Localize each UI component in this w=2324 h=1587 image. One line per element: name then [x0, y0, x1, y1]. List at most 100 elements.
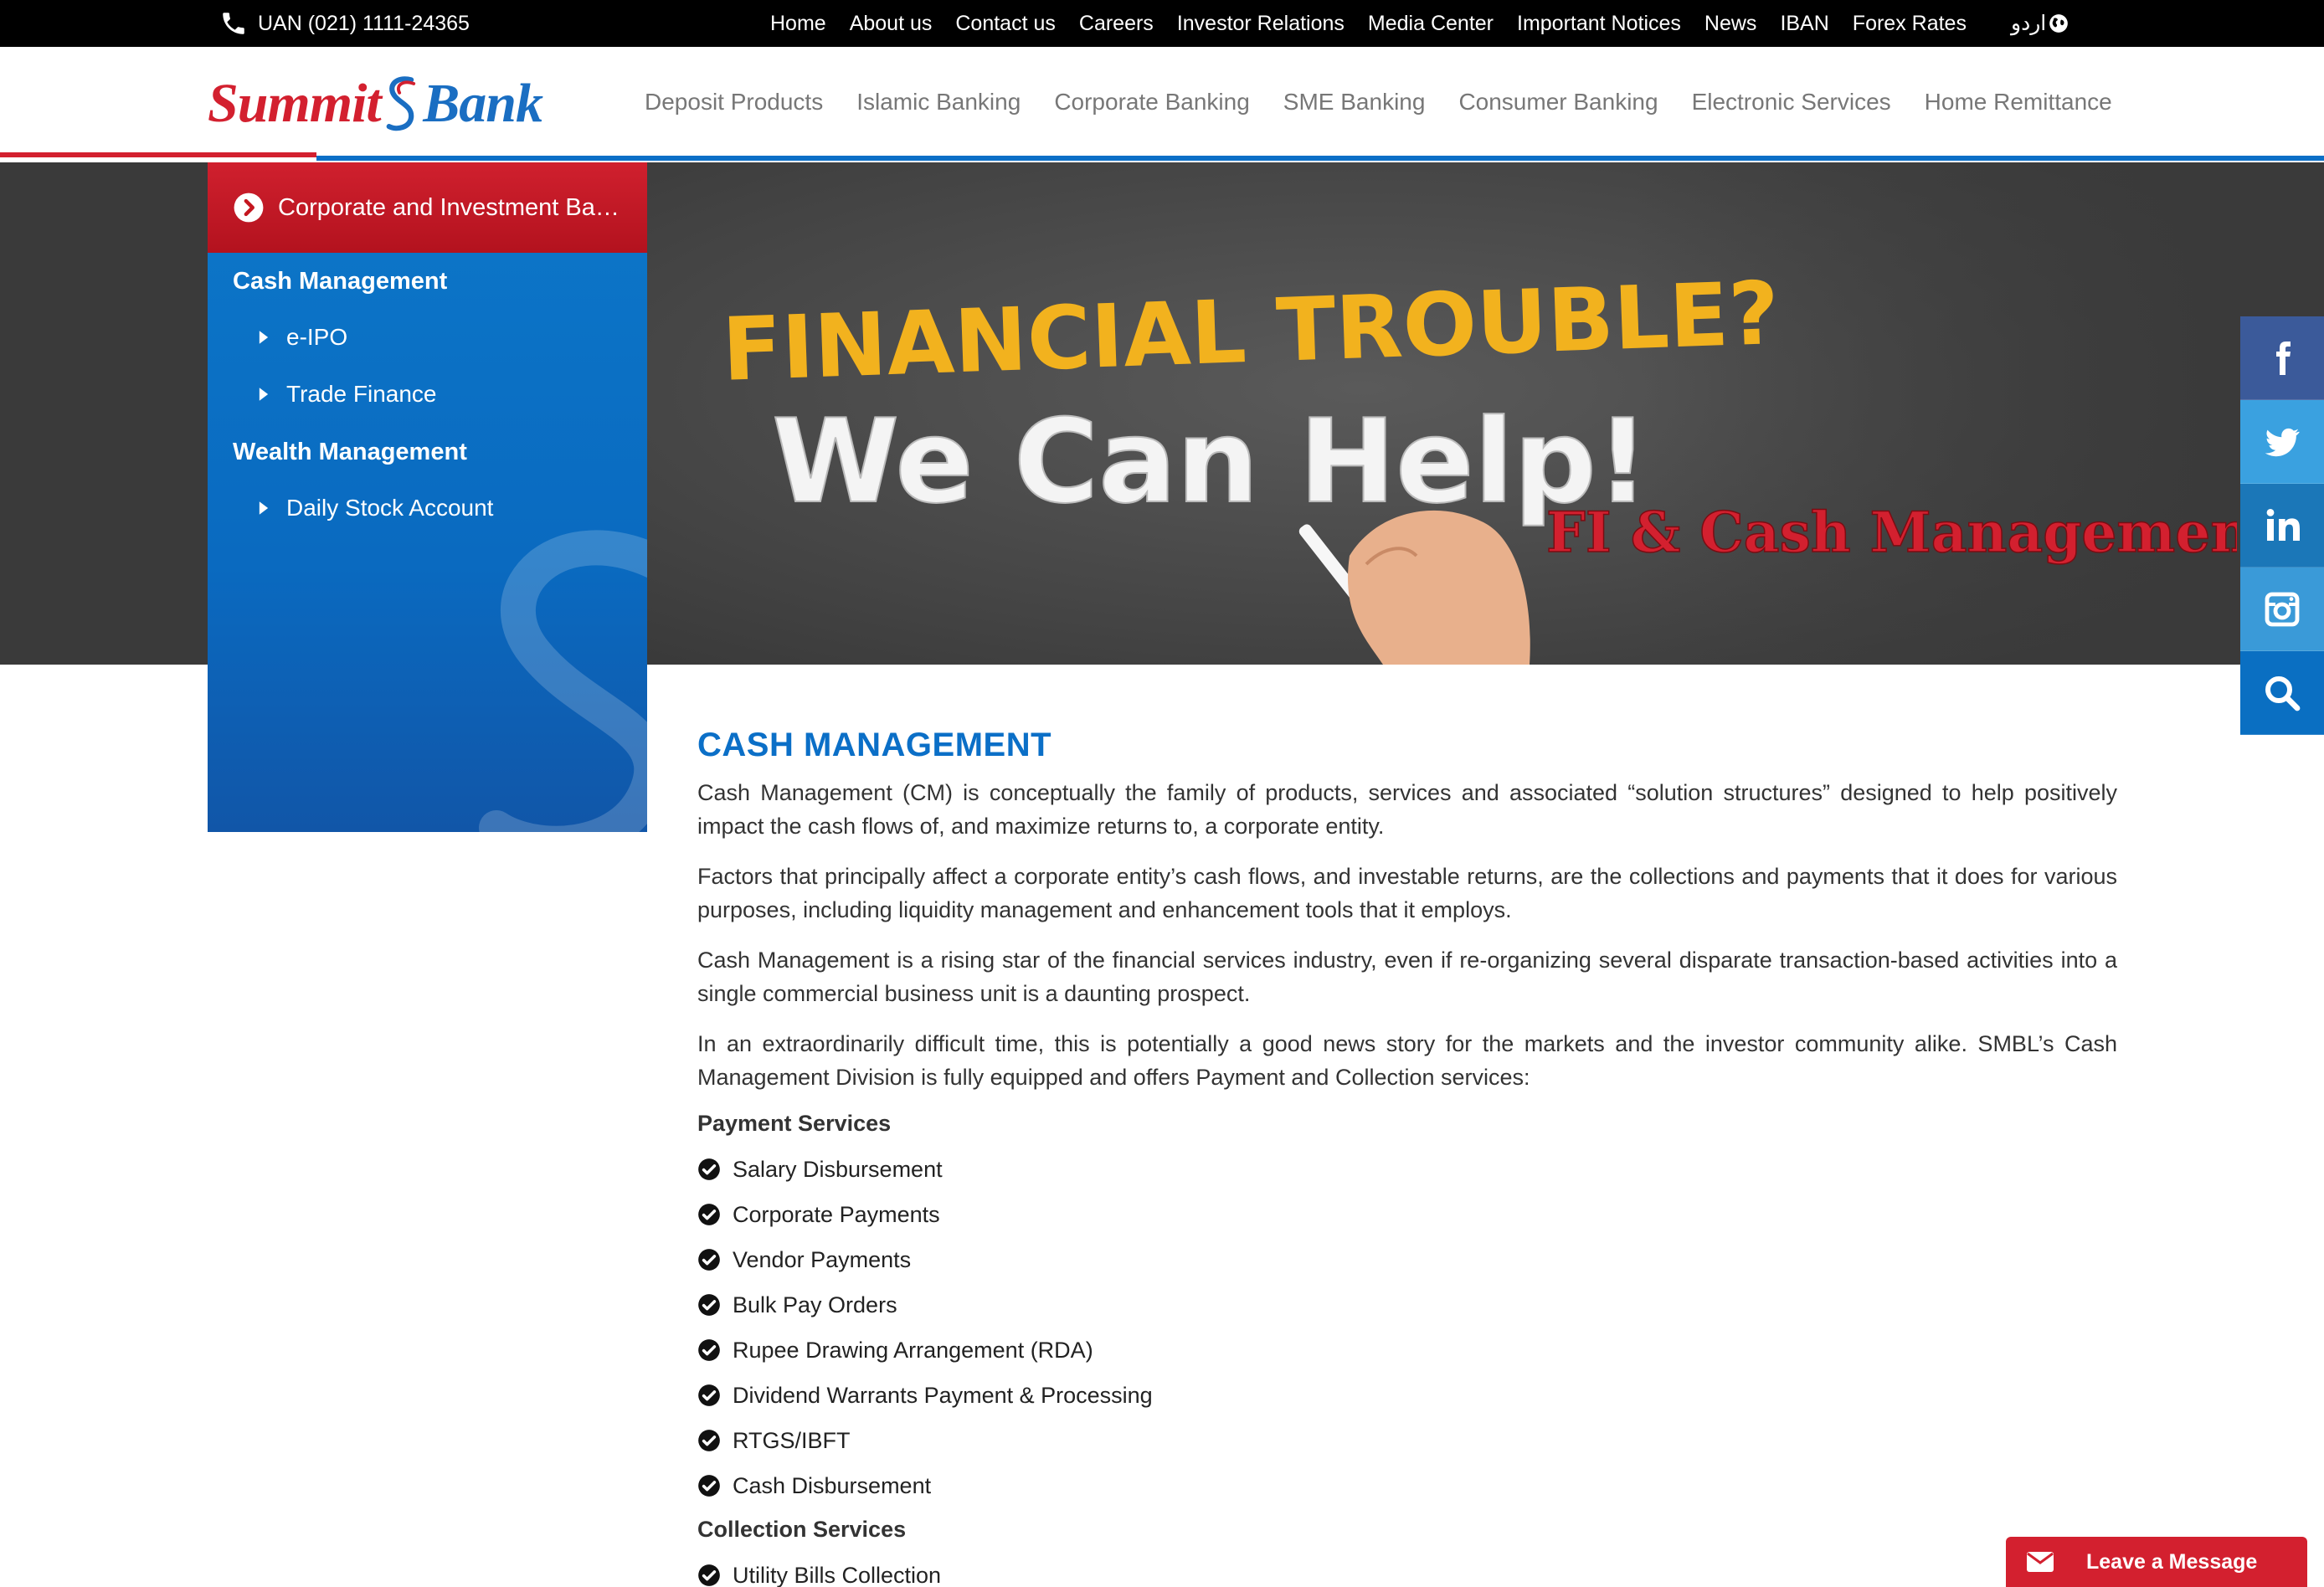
list-item: Dividend Warrants Payment & Processing: [697, 1373, 2117, 1418]
logo-text-summit: Summit: [208, 73, 382, 134]
list-item: Vendor Payments: [697, 1237, 2117, 1282]
top-link-iban[interactable]: IBAN: [1780, 12, 1828, 36]
main-content: CASH MANAGEMENT Cash Management (CM) is …: [697, 727, 2117, 1587]
facebook-button[interactable]: [2240, 316, 2324, 400]
collection-services-heading: Collection Services: [697, 1517, 907, 1542]
header-accent-red: [0, 152, 316, 157]
language-label: اردو: [2011, 12, 2047, 35]
linkedin-button[interactable]: [2240, 484, 2324, 568]
side-section-cash-management[interactable]: Cash Management: [233, 268, 447, 295]
top-bar: UAN (021) 1111-24365 Home About us Conta…: [0, 0, 2324, 47]
caret-right-icon: [259, 501, 269, 515]
facebook-icon: [2276, 341, 2291, 375]
nav-deposit-products[interactable]: Deposit Products: [645, 89, 823, 116]
check-circle-icon: [698, 1158, 720, 1180]
nav-electronic-services[interactable]: Electronic Services: [1692, 89, 1891, 116]
twitter-button[interactable]: [2240, 400, 2324, 484]
check-circle-icon: [698, 1384, 720, 1406]
content-paragraph-2: Factors that principally affect a corpor…: [697, 864, 2117, 922]
check-circle-icon: [698, 1339, 720, 1361]
list-item: Utility Bills Collection: [697, 1553, 2117, 1587]
list-item-label: Dividend Warrants Payment & Processing: [733, 1382, 1153, 1408]
list-item: Rupee Drawing Arrangement (RDA): [697, 1328, 2117, 1373]
nav-home-remittance[interactable]: Home Remittance: [1925, 89, 2112, 116]
content-paragraph-3: Cash Management is a rising star of the …: [697, 948, 2117, 1006]
instagram-button[interactable]: [2240, 568, 2324, 651]
nav-consumer-banking[interactable]: Consumer Banking: [1458, 89, 1658, 116]
header-accent-blue: [316, 156, 2324, 161]
language-switch[interactable]: اردو: [2011, 0, 2069, 47]
chalkboard-illustration: FINANCIAL TROUBLE? We Can Help! FI & Cas…: [646, 162, 2237, 665]
collection-services-list: Utility Bills Collection: [697, 1553, 2117, 1587]
check-circle-icon: [698, 1249, 720, 1271]
list-item-label: RTGS/IBFT: [733, 1427, 851, 1453]
list-item-label: Utility Bills Collection: [733, 1562, 942, 1587]
list-item: Corporate Payments: [697, 1192, 2117, 1237]
twitter-icon: [2265, 428, 2300, 456]
list-item: RTGS/IBFT: [697, 1418, 2117, 1463]
logo-text-bank: Bank: [423, 73, 543, 134]
site-header: Summit Bank Deposit Products Islamic Ban…: [0, 47, 2324, 157]
top-link-investor-relations[interactable]: Investor Relations: [1177, 12, 1345, 36]
nav-corporate-banking[interactable]: Corporate Banking: [1054, 89, 1249, 116]
payment-services-heading: Payment Services: [697, 1111, 892, 1136]
top-link-media-center[interactable]: Media Center: [1368, 12, 1494, 36]
banner-image: FINANCIAL TROUBLE? We Can Help! FI & Cas…: [646, 162, 2237, 665]
list-item-label: Bulk Pay Orders: [733, 1292, 897, 1317]
check-circle-icon: [698, 1204, 720, 1225]
caret-right-icon: [259, 331, 269, 344]
list-item: Bulk Pay Orders: [697, 1282, 2117, 1328]
search-icon: [2265, 675, 2301, 711]
list-item-label: Cash Disbursement: [733, 1472, 932, 1498]
list-item: Cash Disbursement: [697, 1463, 2117, 1508]
top-nav: Home About us Contact us Careers Investo…: [770, 0, 1990, 47]
side-item-trade-finance[interactable]: Trade Finance: [258, 381, 437, 408]
logo-s-mark-icon: [386, 76, 415, 131]
chevron-right-circle-icon: [234, 193, 264, 223]
envelope-icon: [2027, 1552, 2054, 1572]
summit-bank-logo[interactable]: Summit Bank: [208, 64, 543, 144]
main-nav: Deposit Products Islamic Banking Corpora…: [645, 47, 2146, 157]
payment-services-list: Salary Disbursement Corporate Payments V…: [697, 1147, 2117, 1508]
side-item-label: Trade Finance: [286, 381, 437, 407]
phone-icon: [223, 13, 244, 34]
page-title: CASH MANAGEMENT: [697, 727, 1052, 763]
content-paragraph-4: In an extraordinarily difficult time, th…: [697, 1031, 2117, 1090]
nav-islamic-banking[interactable]: Islamic Banking: [856, 89, 1021, 116]
side-menu-header[interactable]: Corporate and Investment Banking: [208, 162, 647, 253]
check-circle-icon: [698, 1430, 720, 1451]
top-link-news[interactable]: News: [1704, 12, 1757, 36]
list-item-label: Salary Disbursement: [733, 1156, 943, 1182]
leave-message-label: Leave a Message: [2086, 1549, 2258, 1574]
list-item-label: Rupee Drawing Arrangement (RDA): [733, 1337, 1093, 1363]
check-circle-icon: [698, 1475, 720, 1497]
linkedin-icon: [2266, 508, 2300, 541]
top-link-important-notices[interactable]: Important Notices: [1517, 12, 1681, 36]
content-paragraph-1: Cash Management (CM) is conceptually the…: [697, 780, 2117, 839]
search-button[interactable]: [2240, 651, 2324, 735]
leave-message-button[interactable]: Leave a Message: [2006, 1537, 2307, 1587]
uan-number[interactable]: UAN (021) 1111-24365: [258, 12, 470, 36]
list-item-label: Vendor Payments: [733, 1246, 912, 1272]
top-link-about[interactable]: About us: [850, 12, 933, 36]
uan-contact: UAN (021) 1111-24365: [219, 0, 470, 47]
top-link-forex-rates[interactable]: Forex Rates: [1853, 12, 1967, 36]
side-item-e-ipo[interactable]: e-IPO: [258, 324, 347, 351]
instagram-icon: [2265, 592, 2300, 626]
watermark-s-icon: [479, 530, 647, 832]
list-item: Salary Disbursement: [697, 1147, 2117, 1192]
top-link-contact[interactable]: Contact us: [955, 12, 1056, 36]
banner-line-3: FI & Cash Management: [1546, 500, 2237, 565]
side-menu-title: Corporate and Investment Banking: [278, 193, 630, 221]
side-section-wealth-management[interactable]: Wealth Management: [233, 439, 467, 466]
top-link-careers[interactable]: Careers: [1079, 12, 1154, 36]
social-bar: [2240, 316, 2324, 735]
list-item-label: Corporate Payments: [733, 1201, 940, 1227]
nav-sme-banking[interactable]: SME Banking: [1283, 89, 1426, 116]
check-circle-icon: [698, 1294, 720, 1316]
banner-line-2: We Can Help!: [772, 394, 1649, 529]
side-menu: Corporate and Investment Banking Cash Ma…: [208, 162, 647, 832]
top-link-home[interactable]: Home: [770, 12, 826, 36]
caret-right-icon: [259, 388, 269, 401]
globe-icon: [2049, 14, 2069, 33]
